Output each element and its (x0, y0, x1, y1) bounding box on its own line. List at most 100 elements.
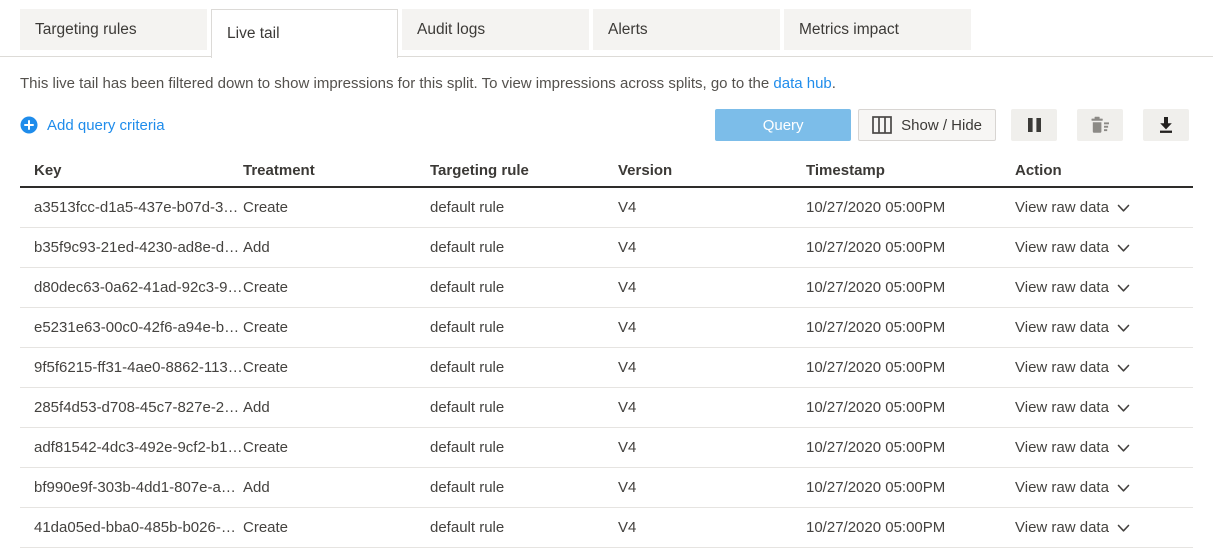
download-icon (1157, 116, 1175, 134)
impressions-table: Key Treatment Targeting rule Version Tim… (20, 155, 1193, 548)
view-raw-data-label: View raw data (1015, 399, 1109, 416)
cell-treatment: Create (243, 519, 430, 536)
cell-timestamp: 10/27/2020 05:00PM (806, 319, 1015, 336)
chevron-down-icon (1117, 244, 1130, 253)
tab-bar: Targeting rules Live tail Audit logs Ale… (0, 0, 1213, 57)
chevron-down-icon (1117, 204, 1130, 213)
view-raw-data-button[interactable]: View raw data (1015, 319, 1193, 336)
view-raw-data-button[interactable]: View raw data (1015, 479, 1193, 496)
chevron-down-icon (1117, 404, 1130, 413)
tab-list: Targeting rules Live tail Audit logs Ale… (20, 9, 971, 58)
view-raw-data-label: View raw data (1015, 479, 1109, 496)
cell-timestamp: 10/27/2020 05:00PM (806, 199, 1015, 216)
view-raw-data-button[interactable]: View raw data (1015, 199, 1193, 216)
tab-label: Metrics impact (799, 21, 899, 39)
cell-targeting-rule: default rule (430, 399, 618, 416)
toolbar-actions: Query Show / Hide (715, 109, 1189, 141)
cell-timestamp: 10/27/2020 05:00PM (806, 279, 1015, 296)
cell-version: V4 (618, 279, 806, 296)
chevron-down-icon (1117, 284, 1130, 293)
tab-alerts[interactable]: Alerts (593, 9, 780, 50)
table-body: a3513fcc-d1a5-437e-b07d-3… Create defaul… (20, 188, 1193, 548)
cell-version: V4 (618, 399, 806, 416)
cell-key: b35f9c93-21ed-4230-ad8e-d… (34, 239, 243, 256)
toolbar: Add query criteria Query Show / Hide (20, 109, 1189, 141)
tab-metrics-impact[interactable]: Metrics impact (784, 9, 971, 50)
tab-label: Live tail (227, 25, 280, 43)
table-row: 9f5f6215-ff31-4ae0-8862-113… Create defa… (20, 348, 1193, 388)
clear-results-button[interactable] (1077, 109, 1123, 141)
show-hide-columns-button[interactable]: Show / Hide (858, 109, 996, 141)
add-query-criteria-button[interactable]: Add query criteria (20, 116, 165, 134)
table-row: 285f4d53-d708-45c7-827e-2… Add default r… (20, 388, 1193, 428)
cell-version: V4 (618, 199, 806, 216)
cell-key: adf81542-4dc3-492e-9cf2-b1… (34, 439, 243, 456)
column-header-timestamp: Timestamp (806, 162, 1015, 179)
cell-timestamp: 10/27/2020 05:00PM (806, 239, 1015, 256)
table-row: d80dec63-0a62-41ad-92c3-9… Create defaul… (20, 268, 1193, 308)
tab-audit-logs[interactable]: Audit logs (402, 9, 589, 50)
query-button[interactable]: Query (715, 109, 851, 141)
view-raw-data-label: View raw data (1015, 239, 1109, 256)
cell-treatment: Create (243, 199, 430, 216)
view-raw-data-button[interactable]: View raw data (1015, 439, 1193, 456)
table-row: bf990e9f-303b-4dd1-807e-a… Add default r… (20, 468, 1193, 508)
cell-targeting-rule: default rule (430, 439, 618, 456)
chevron-down-icon (1117, 364, 1130, 373)
view-raw-data-button[interactable]: View raw data (1015, 359, 1193, 376)
column-header-action: Action (1015, 162, 1193, 179)
tab-label: Audit logs (417, 21, 485, 39)
tab-targeting-rules[interactable]: Targeting rules (20, 9, 207, 50)
tab-live-tail[interactable]: Live tail (211, 9, 398, 58)
view-raw-data-button[interactable]: View raw data (1015, 399, 1193, 416)
cell-key: e5231e63-00c0-42f6-a94e-b… (34, 319, 243, 336)
view-raw-data-button[interactable]: View raw data (1015, 239, 1193, 256)
cell-timestamp: 10/27/2020 05:00PM (806, 439, 1015, 456)
cell-version: V4 (618, 319, 806, 336)
cell-version: V4 (618, 439, 806, 456)
plus-circle-icon (20, 116, 38, 134)
data-hub-link[interactable]: data hub (773, 75, 831, 92)
cell-targeting-rule: default rule (430, 279, 618, 296)
download-button[interactable] (1143, 109, 1189, 141)
cell-treatment: Create (243, 359, 430, 376)
cell-key: bf990e9f-303b-4dd1-807e-a… (34, 479, 243, 496)
table-row: adf81542-4dc3-492e-9cf2-b1… Create defau… (20, 428, 1193, 468)
pause-icon (1027, 117, 1042, 133)
table-row: 41da05ed-bba0-485b-b026-… Create default… (20, 508, 1193, 548)
live-tail-description: This live tail has been filtered down to… (20, 74, 1193, 94)
chevron-down-icon (1117, 324, 1130, 333)
view-raw-data-label: View raw data (1015, 519, 1109, 536)
chevron-down-icon (1117, 484, 1130, 493)
column-header-key: Key (34, 162, 243, 179)
view-raw-data-label: View raw data (1015, 279, 1109, 296)
show-hide-label: Show / Hide (901, 117, 982, 134)
cell-targeting-rule: default rule (430, 239, 618, 256)
cell-key: a3513fcc-d1a5-437e-b07d-3… (34, 199, 243, 216)
cell-treatment: Create (243, 319, 430, 336)
cell-version: V4 (618, 479, 806, 496)
cell-timestamp: 10/27/2020 05:00PM (806, 359, 1015, 376)
cell-targeting-rule: default rule (430, 199, 618, 216)
pause-live-tail-button[interactable] (1011, 109, 1057, 141)
view-raw-data-label: View raw data (1015, 359, 1109, 376)
view-raw-data-label: View raw data (1015, 439, 1109, 456)
chevron-down-icon (1117, 524, 1130, 533)
columns-icon (872, 116, 892, 134)
cell-treatment: Create (243, 439, 430, 456)
add-query-criteria-label: Add query criteria (47, 117, 165, 134)
cell-timestamp: 10/27/2020 05:00PM (806, 399, 1015, 416)
column-header-version: Version (618, 162, 806, 179)
cell-treatment: Add (243, 239, 430, 256)
cell-timestamp: 10/27/2020 05:00PM (806, 519, 1015, 536)
tab-label: Alerts (608, 21, 648, 39)
cell-key: 285f4d53-d708-45c7-827e-2… (34, 399, 243, 416)
cell-version: V4 (618, 359, 806, 376)
table-header-row: Key Treatment Targeting rule Version Tim… (20, 155, 1193, 188)
cell-key: 9f5f6215-ff31-4ae0-8862-113… (34, 359, 243, 376)
column-header-treatment: Treatment (243, 162, 430, 179)
trash-clear-icon (1090, 116, 1110, 134)
view-raw-data-button[interactable]: View raw data (1015, 279, 1193, 296)
view-raw-data-button[interactable]: View raw data (1015, 519, 1193, 536)
cell-timestamp: 10/27/2020 05:00PM (806, 479, 1015, 496)
